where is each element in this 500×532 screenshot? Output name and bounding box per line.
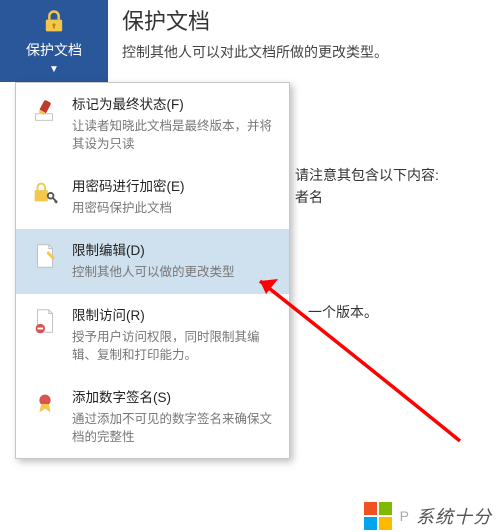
menu-item-desc: 控制其他人可以做的更改类型 — [72, 263, 277, 281]
menu-item-mark-as-final[interactable]: 标记为最终状态(F) 让读者知晓此文档是最终版本，并将其设为只读 — [16, 83, 289, 165]
watermark-dot: P — [400, 508, 410, 524]
menu-item-desc: 通过添加不可见的数字签名来确保文档的完整性 — [72, 410, 277, 446]
menu-item-desc: 让读者知晓此文档是最终版本，并将其设为只读 — [72, 117, 277, 153]
menu-item-label: 限制访问(R) — [72, 304, 277, 324]
ribbon-title: 保护文档 — [122, 4, 490, 36]
protect-document-dropdown: 标记为最终状态(F) 让读者知晓此文档是最终版本，并将其设为只读 用密码进行加密… — [15, 82, 290, 459]
menu-item-label: 用密码进行加密(E) — [72, 175, 277, 195]
menu-item-encrypt-with-password[interactable]: 用密码进行加密(E) 用密码保护此文档 — [16, 165, 289, 229]
menu-item-desc: 用密码保护此文档 — [72, 199, 277, 217]
menu-item-label: 标记为最终状态(F) — [72, 93, 277, 113]
menu-item-add-digital-signature[interactable]: 添加数字签名(S) 通过添加不可见的数字签名来确保文档的完整性 — [16, 376, 289, 458]
chevron-down-icon: ▼ — [49, 65, 59, 75]
protect-document-button-label: 保护文档 — [26, 40, 82, 60]
ribbon-seal-icon — [28, 386, 62, 446]
lock-key-icon — [28, 175, 62, 217]
document-restrict-icon — [28, 304, 62, 364]
marker-icon — [28, 93, 62, 153]
menu-item-restrict-editing[interactable]: 限制编辑(D) 控制其他人可以做的更改类型 — [16, 229, 289, 293]
menu-item-desc: 授予用户访问权限，同时限制其编辑、复制和打印能力。 — [72, 328, 277, 364]
menu-item-restrict-access[interactable]: 限制访问(R) 授予用户访问权限，同时限制其编辑、复制和打印能力。 — [16, 294, 289, 376]
background-text-2: 一个版本。 — [308, 302, 378, 322]
lock-icon — [40, 8, 68, 36]
menu-item-label: 添加数字签名(S) — [72, 386, 277, 406]
document-pencil-icon — [28, 239, 62, 281]
watermark: P 系统十分 — [364, 502, 492, 530]
microsoft-logo-icon — [364, 502, 392, 530]
background-text-1: 请注意其包含以下内容: 者名 — [295, 164, 439, 209]
ribbon-desc: 控制其他人可以对此文档所做的更改类型。 — [122, 42, 490, 62]
watermark-text: 系统十分 — [416, 503, 492, 529]
menu-item-label: 限制编辑(D) — [72, 239, 277, 259]
protect-document-button[interactable]: 保护文档 ▼ — [0, 0, 108, 82]
